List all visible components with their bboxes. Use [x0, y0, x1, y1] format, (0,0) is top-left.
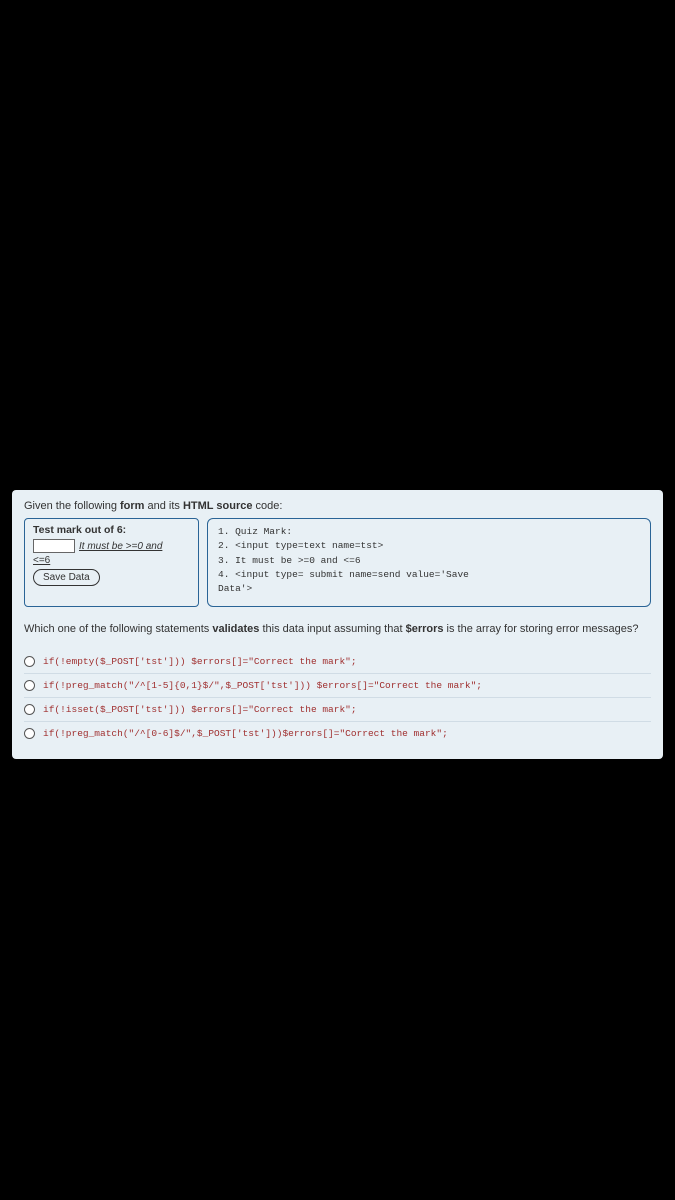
form-input-row: It must be >=0 and: [33, 539, 190, 553]
radio-option-1[interactable]: [24, 656, 35, 667]
option-row[interactable]: if(!preg_match("/^[1-5]{0,1}$/",$_POST['…: [24, 674, 651, 698]
radio-option-3[interactable]: [24, 704, 35, 715]
code-line: 1. Quiz Mark:: [218, 525, 640, 539]
question-text: Which one of the following statements va…: [24, 621, 651, 638]
option-code: if(!isset($_POST['tst'])) $errors[]="Cor…: [43, 704, 357, 715]
save-data-button[interactable]: Save Data: [33, 569, 100, 586]
hint-line2: <=6: [33, 555, 190, 566]
radio-option-4[interactable]: [24, 728, 35, 739]
code-line: 3. It must be >=0 and <=6: [218, 554, 640, 568]
code-line: 2. <input type=text name=tst>: [218, 539, 640, 553]
code-line: Data'>: [218, 582, 640, 596]
question-intro: Given the following form and its HTML so…: [24, 500, 651, 512]
option-code: if(!preg_match("/^[1-5]{0,1}$/",$_POST['…: [43, 680, 482, 691]
option-row[interactable]: if(!isset($_POST['tst'])) $errors[]="Cor…: [24, 698, 651, 722]
form-title: Test mark out of 6:: [33, 524, 190, 536]
form-code-section: Test mark out of 6: It must be >=0 and <…: [24, 518, 651, 607]
option-code: if(!empty($_POST['tst'])) $errors[]="Cor…: [43, 656, 357, 667]
hint-line1: It must be >=0 and: [79, 541, 162, 552]
radio-option-2[interactable]: [24, 680, 35, 691]
html-source-box: 1. Quiz Mark: 2. <input type=text name=t…: [207, 518, 651, 607]
form-preview-box: Test mark out of 6: It must be >=0 and <…: [24, 518, 199, 607]
option-row[interactable]: if(!preg_match("/^[0-6]$/",$_POST['tst']…: [24, 722, 651, 745]
code-line: 4. <input type= submit name=send value='…: [218, 568, 640, 582]
option-code: if(!preg_match("/^[0-6]$/",$_POST['tst']…: [43, 728, 448, 739]
question-container: Given the following form and its HTML so…: [12, 490, 663, 759]
mark-input[interactable]: [33, 539, 75, 553]
option-row[interactable]: if(!empty($_POST['tst'])) $errors[]="Cor…: [24, 650, 651, 674]
